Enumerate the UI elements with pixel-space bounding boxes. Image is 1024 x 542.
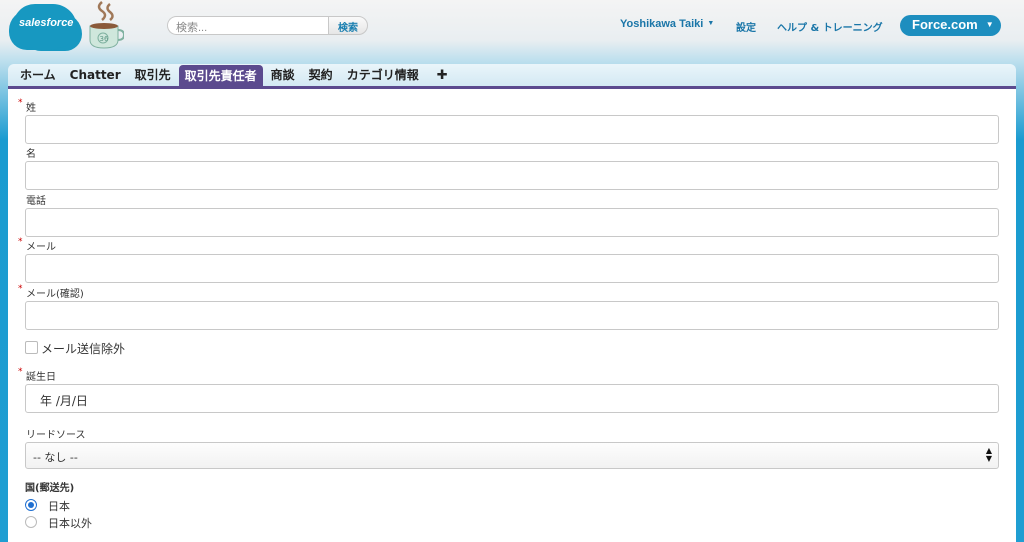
setup-link[interactable]: 設定 <box>736 19 756 34</box>
user-menu[interactable]: Yoshikawa Taiki ▼ <box>620 18 714 30</box>
app-menu-button[interactable]: Force.com ▼ <box>900 15 1001 36</box>
search-button[interactable]: 検索 <box>328 16 368 35</box>
tab-home[interactable]: ホーム <box>14 64 62 86</box>
header: salesforce 36 検索... 検索 Yoshikawa Taiki ▼ … <box>0 0 1024 64</box>
tab-categories[interactable]: カテゴリ情報 <box>341 64 425 86</box>
help-training-link[interactable]: ヘルプ & トレーニング <box>777 19 883 34</box>
birthdate-field[interactable]: 年 /月/日 <box>25 384 999 413</box>
lead-source-value: -- なし -- <box>33 451 78 464</box>
birthdate-placeholder: 年 /月/日 <box>40 394 88 408</box>
tab-chatter[interactable]: Chatter <box>64 64 127 86</box>
first-name-label: 名 <box>26 149 36 160</box>
country-japan-radio[interactable] <box>25 499 37 511</box>
tab-accounts[interactable]: 取引先 <box>129 64 177 86</box>
logo-text: salesforce <box>19 17 74 29</box>
email-confirm-field[interactable] <box>25 301 999 330</box>
required-marker: * <box>18 284 23 294</box>
country-other-radio[interactable] <box>25 516 37 528</box>
select-arrows-icon: ▲ ▼ <box>985 446 992 463</box>
chevron-down-icon: ▼ <box>707 20 715 27</box>
coffee-mug-mascot-icon: 36 <box>89 1 124 49</box>
user-name: Yoshikawa Taiki <box>620 18 704 30</box>
lead-source-select[interactable]: -- なし -- ▲ ▼ <box>25 442 999 469</box>
country-japan-label: 日本 <box>48 500 70 513</box>
country-other-label: 日本以外 <box>48 517 92 530</box>
tab-contacts[interactable]: 取引先責任者 <box>178 64 263 87</box>
required-marker: * <box>18 237 23 247</box>
email-opt-out-label: メール送信除外 <box>41 342 126 356</box>
email-confirm-label: * メール(確認) <box>18 284 84 300</box>
contact-form: * 姓 名 電話 * メール * メール(確認) メール送信除外 * 誕生日 年 /月/… <box>8 89 1016 542</box>
country-label: 国(郵送先) <box>25 483 75 494</box>
phone-label: 電話 <box>26 196 46 207</box>
email-opt-out-checkbox[interactable] <box>25 341 38 354</box>
email-field[interactable] <box>25 254 999 283</box>
tab-contracts[interactable]: 契約 <box>303 64 339 86</box>
search-input[interactable]: 検索... <box>167 16 329 35</box>
required-marker: * <box>18 367 23 377</box>
last-name-field[interactable] <box>25 115 999 144</box>
phone-field[interactable] <box>25 208 999 237</box>
tab-bar: ホーム Chatter 取引先 取引先責任者 商談 契約 カテゴリ情報 ✚ <box>8 64 1016 89</box>
chevron-down-icon: ▼ <box>985 20 994 29</box>
birthdate-label: * 誕生日 <box>18 367 56 383</box>
last-name-label: * 姓 <box>18 98 36 114</box>
required-marker: * <box>18 98 23 108</box>
first-name-field[interactable] <box>25 161 999 190</box>
tab-opportunities[interactable]: 商談 <box>265 64 301 86</box>
mascot-badge: 36 <box>100 35 109 43</box>
email-label: * メール <box>18 237 56 253</box>
lead-source-label: リードソース <box>26 430 86 441</box>
app-menu-label: Force.com <box>912 17 978 32</box>
add-tab-icon[interactable]: ✚ <box>427 64 454 86</box>
